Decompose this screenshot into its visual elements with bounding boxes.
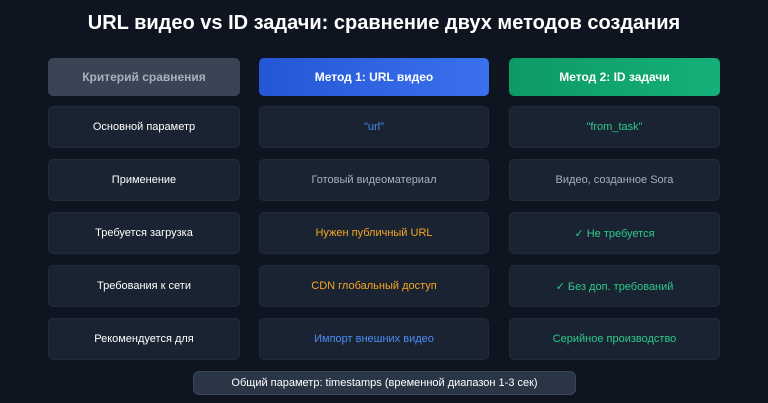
row-criterion: Рекомендуется для — [48, 318, 240, 360]
page-title: URL видео vs ID задачи: сравнение двух м… — [87, 12, 681, 34]
row-method1-value: Нужен публичный URL — [259, 212, 489, 254]
row-method2-value: Видео, созданное Sora — [509, 159, 720, 201]
row-criterion: Основной параметр — [48, 106, 240, 148]
criterion-label: Применение — [111, 174, 177, 186]
criterion-label: Требования к сети — [96, 280, 191, 292]
header-method2: Метод 2: ID задачи — [509, 58, 720, 96]
row-method2-value: ✓ Не требуется — [509, 212, 720, 254]
header-criteria: Критерий сравнения — [48, 58, 240, 96]
method1-value: Готовый видеоматериал — [311, 174, 437, 186]
method2-value: ✓ Не требуется — [574, 227, 655, 240]
method1-value: Импорт внешних видео — [314, 333, 434, 345]
method1-value: "url" — [363, 121, 385, 133]
row-criterion: Требования к сети — [48, 265, 240, 307]
row-method2-value: ✓ Без доп. требований — [509, 265, 720, 307]
common-parameter-text: Общий параметр: timestamps (временной ди… — [231, 377, 538, 389]
row-criterion: Требуется загрузка — [48, 212, 240, 254]
criterion-label: Основной параметр — [92, 121, 196, 133]
row-method1-value: "url" — [259, 106, 489, 148]
header-method1: Метод 1: URL видео — [259, 58, 489, 96]
header-method1-label: Метод 1: URL видео — [314, 70, 434, 84]
method2-value: Видео, созданное Sora — [555, 174, 674, 186]
row-criterion: Применение — [48, 159, 240, 201]
row-method1-value: Готовый видеоматериал — [259, 159, 489, 201]
method1-value: Нужен публичный URL — [315, 227, 433, 239]
method2-value: Серийное производство — [552, 333, 677, 345]
criterion-label: Требуется загрузка — [95, 227, 193, 239]
row-method1-value: Импорт внешних видео — [259, 318, 489, 360]
row-method2-value: Серийное производство — [509, 318, 720, 360]
header-method2-label: Метод 2: ID задачи — [559, 70, 670, 84]
row-method2-value: "from_task" — [509, 106, 720, 148]
method2-value: "from_task" — [586, 121, 643, 133]
row-method1-value: CDN глобальный доступ — [259, 265, 489, 307]
header-criteria-label: Критерий сравнения — [82, 70, 206, 84]
method1-value: CDN глобальный доступ — [311, 280, 437, 292]
method2-value: ✓ Без доп. требований — [555, 280, 674, 293]
criterion-label: Рекомендуется для — [94, 333, 194, 345]
common-parameter-note: Общий параметр: timestamps (временной ди… — [193, 371, 576, 395]
